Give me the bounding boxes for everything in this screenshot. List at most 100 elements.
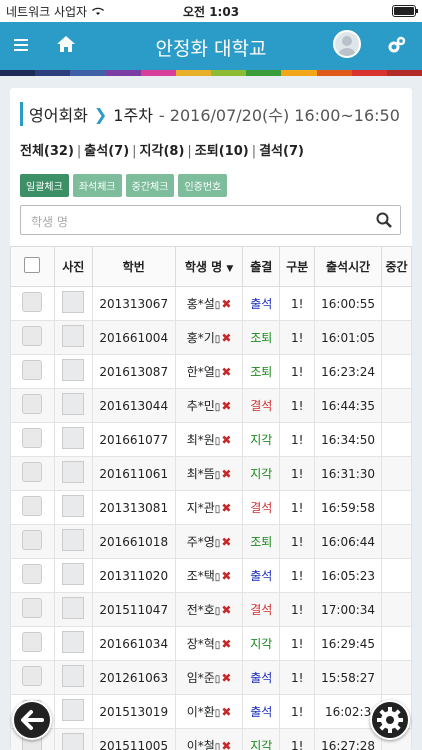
student-photo[interactable]	[62, 529, 85, 551]
color-stripe	[0, 70, 422, 76]
back-button[interactable]	[12, 700, 52, 740]
phone-blocked-icon: ▯	[214, 470, 221, 481]
student-photo[interactable]	[62, 325, 85, 347]
photo-cell	[53, 422, 93, 457]
photo-cell	[53, 320, 93, 355]
search-input[interactable]: 학생 명	[20, 205, 401, 235]
bulk-check-button[interactable]: 일괄체크	[20, 174, 69, 197]
row-checkbox[interactable]	[22, 530, 43, 550]
student-photo[interactable]	[62, 597, 85, 619]
attendance-status[interactable]: 출석	[242, 558, 281, 593]
student-photo[interactable]	[62, 631, 85, 653]
mid-check-button[interactable]: 중간체크	[125, 174, 175, 197]
phone-blocked-icon: ▯	[214, 538, 221, 549]
student-photo[interactable]	[62, 563, 85, 585]
row-checkbox[interactable]	[22, 564, 43, 584]
table-row[interactable]: 201613044 추*민▯✖ 결석 1! 16:44:35	[10, 388, 412, 423]
avatar[interactable]	[333, 30, 361, 58]
row-checkbox[interactable]	[22, 598, 43, 618]
attendance-status[interactable]: 출석	[242, 286, 281, 321]
attendance-status[interactable]: 지각	[242, 422, 281, 457]
count-late[interactable]: 지각(8)	[140, 144, 185, 159]
table-row[interactable]: 201261063 임*준▯✖ 출석 1! 15:58:27	[10, 660, 412, 695]
row-checkbox[interactable]	[22, 632, 43, 652]
table-row[interactable]: 201511005 이*철▯✖ 지각 1! 16:27:28	[10, 728, 412, 750]
table-row[interactable]: 201661004 홍*기▯✖ 조퇴 1! 16:01:05	[10, 320, 412, 355]
table-row[interactable]: 201313067 홍*설▯✖ 출석 1! 16:00:55	[10, 286, 412, 321]
student-photo[interactable]	[62, 393, 85, 415]
search-placeholder: 학생 명	[31, 215, 68, 229]
check-buttons: 일괄체크 좌석체크 중간체크 인증번호	[20, 174, 228, 197]
table-row[interactable]: 201661034 장*혁▯✖ 지각 1! 16:29:45	[10, 626, 412, 661]
row-checkbox[interactable]	[22, 666, 43, 686]
photo-cell	[53, 490, 93, 525]
type-cell: 1!	[279, 558, 316, 593]
attendance-status[interactable]: 지각	[242, 728, 281, 750]
student-photo[interactable]	[62, 699, 85, 721]
student-photo[interactable]	[62, 665, 85, 687]
row-checkbox[interactable]	[22, 496, 43, 516]
mid-cell	[381, 524, 412, 559]
select-all-checkbox[interactable]	[24, 257, 41, 273]
type-cell: 1!	[279, 626, 316, 661]
phone-blocked-icon: ▯	[214, 674, 221, 685]
table-row[interactable]: 201661077 최*원▯✖ 지각 1! 16:34:50	[10, 422, 412, 457]
student-photo[interactable]	[62, 291, 85, 313]
close-icon: ✖	[221, 331, 232, 345]
attendance-status[interactable]: 결석	[242, 592, 281, 627]
student-photo[interactable]	[62, 495, 85, 517]
table-row[interactable]: 201613087 한*열▯✖ 조퇴 1! 16:23:24	[10, 354, 412, 389]
settings-gear-icon[interactable]	[388, 36, 406, 54]
schedule-label: - 2016/07/20(수) 16:00~16:50	[158, 106, 400, 125]
auth-code-button[interactable]: 인증번호	[178, 174, 228, 197]
attendance-status[interactable]: 조퇴	[242, 524, 281, 559]
count-absent[interactable]: 결석(7)	[259, 144, 304, 159]
attendance-status[interactable]: 지각	[242, 456, 281, 491]
photo-cell	[53, 592, 93, 627]
student-photo[interactable]	[62, 733, 85, 750]
table-row[interactable]: 201313081 지*관▯✖ 결석 1! 16:59:58	[10, 490, 412, 525]
row-checkbox[interactable]	[22, 292, 43, 312]
attendance-status[interactable]: 조퇴	[242, 320, 281, 355]
row-checkbox[interactable]	[22, 394, 43, 414]
name-cell: 임*준▯✖	[174, 660, 244, 695]
table-row[interactable]: 201511047 전*호▯✖ 결석 1! 17:00:34	[10, 592, 412, 627]
attendance-status[interactable]: 지각	[242, 626, 281, 661]
attendance-summary: 전체(32) | 출석(7) | 지각(8) | 조퇴(10) | 결석(7)	[20, 144, 304, 159]
name-cell: 지*관▯✖	[174, 490, 244, 525]
row-checkbox[interactable]	[22, 462, 43, 482]
row-checkbox[interactable]	[22, 428, 43, 448]
col-attendance: 출결	[242, 246, 281, 287]
seat-check-button[interactable]: 좌석체크	[72, 174, 122, 197]
attendance-status[interactable]: 결석	[242, 388, 281, 423]
row-select-cell	[10, 490, 55, 525]
count-present[interactable]: 출석(7)	[84, 144, 129, 159]
attendance-status[interactable]: 결석	[242, 490, 281, 525]
attendance-status[interactable]: 조퇴	[242, 354, 281, 389]
table-row[interactable]: 201513019 이*환▯✖ 출석 1! 16:02:3	[10, 694, 412, 729]
count-total[interactable]: 전체(32)	[20, 144, 74, 159]
count-early[interactable]: 조퇴(10)	[195, 144, 249, 159]
mid-cell	[381, 592, 412, 627]
col-name[interactable]: 학생 명 ▼	[174, 246, 244, 287]
week-label[interactable]: 1주차	[113, 102, 153, 126]
student-photo[interactable]	[62, 427, 85, 449]
student-name: 주*영	[186, 535, 215, 549]
checkin-time: 17:00:34	[314, 592, 383, 627]
name-cell: 추*민▯✖	[174, 388, 244, 423]
table-row[interactable]: 201611061 최*뜸▯✖ 지각 1! 16:31:30	[10, 456, 412, 491]
type-cell: 1!	[279, 422, 316, 457]
search-icon[interactable]	[376, 212, 392, 228]
table-row[interactable]: 201661018 주*영▯✖ 조퇴 1! 16:06:44	[10, 524, 412, 559]
attendance-status[interactable]: 출석	[242, 660, 281, 695]
phone-blocked-icon: ▯	[214, 436, 221, 447]
student-photo[interactable]	[62, 359, 85, 381]
row-checkbox[interactable]	[22, 360, 43, 380]
student-photo[interactable]	[62, 461, 85, 483]
attendance-status[interactable]: 출석	[242, 694, 281, 729]
row-checkbox[interactable]	[22, 326, 43, 346]
settings-button[interactable]	[370, 700, 410, 740]
phone-blocked-icon: ▯	[214, 640, 221, 651]
course-name: 영어회화	[29, 106, 88, 125]
table-row[interactable]: 201311020 조*택▯✖ 출석 1! 16:05:23	[10, 558, 412, 593]
